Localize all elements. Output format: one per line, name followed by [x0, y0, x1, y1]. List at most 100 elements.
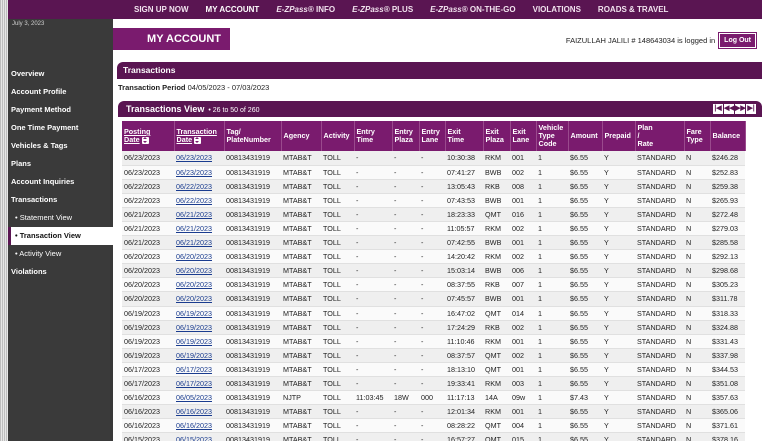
- transaction-date-link[interactable]: 06/19/2023: [174, 348, 224, 363]
- col-header-posting-date[interactable]: Posting Date: [122, 121, 175, 151]
- nav-item-sign-up-now[interactable]: SIGN UP NOW: [134, 5, 189, 14]
- col-header-transaction-date[interactable]: Transaction Date: [174, 121, 225, 151]
- nav-item-roads-travel[interactable]: ROADS & TRAVEL: [598, 5, 669, 14]
- transaction-date-link[interactable]: 06/05/2023: [174, 390, 224, 406]
- sidebar-item-vehicles-tags[interactable]: Vehicles & Tags: [8, 137, 113, 155]
- table-cell: 07:43:53: [445, 193, 483, 208]
- table-cell: MTAB&T: [281, 348, 321, 363]
- transaction-date-link[interactable]: 06/19/2023: [174, 320, 224, 335]
- table-cell: N: [684, 362, 710, 378]
- table-row: 06/20/2023 06/20/2023 00813431919 MTAB&T TOL…: [122, 277, 745, 293]
- table-cell: Y: [602, 291, 635, 307]
- table-row: 06/16/2023 06/16/2023 00813431919 MTAB&T TOL…: [122, 404, 745, 420]
- table-cell: QMT: [483, 362, 510, 378]
- sidebar-item-one-time-payment[interactable]: One Time Payment: [8, 119, 113, 137]
- table-cell: NJTP: [281, 390, 321, 406]
- col-header-entry-time: Entry Time: [354, 121, 393, 151]
- sidebar-item-account-profile[interactable]: Account Profile: [8, 83, 113, 101]
- nav-item-violations[interactable]: VIOLATIONS: [533, 5, 581, 14]
- table-cell: 00813431919: [224, 362, 281, 378]
- table-cell: RKM: [483, 151, 510, 166]
- table-header-row: Posting Date Transaction Date Tag/PlateNumbe…: [122, 121, 746, 151]
- table-cell: N: [684, 193, 710, 208]
- table-cell: $318.33: [710, 306, 745, 321]
- transaction-date-link[interactable]: 06/21/2023: [174, 235, 224, 251]
- sidebar-item-transaction-view[interactable]: • Transaction View: [8, 227, 113, 245]
- col-header-tag-platenumber: Tag/PlateNumber: [224, 121, 282, 151]
- transaction-date-link[interactable]: 06/20/2023: [174, 263, 224, 279]
- table-cell: 00813431919: [224, 334, 281, 349]
- table-cell: BWB: [483, 193, 510, 208]
- table-cell: STANDARD: [635, 320, 684, 335]
- transaction-date-link[interactable]: 06/21/2023: [174, 207, 224, 222]
- first-page-button[interactable]: |◀: [713, 104, 723, 114]
- nav-item-my-account[interactable]: MY ACCOUNT: [206, 5, 260, 14]
- transaction-date-link[interactable]: 06/22/2023: [174, 193, 224, 208]
- nav-item-e-zpass-info[interactable]: E-ZPass® INFO: [276, 5, 335, 14]
- table-cell: $265.93: [710, 193, 745, 208]
- table-cell: -: [419, 151, 445, 166]
- sidebar-item-payment-method[interactable]: Payment Method: [8, 101, 113, 119]
- table-cell: 00813431919: [224, 151, 281, 166]
- transaction-date-link[interactable]: 06/19/2023: [174, 334, 224, 349]
- table-cell: 1: [536, 376, 568, 392]
- table-cell: BWB: [483, 263, 510, 279]
- logout-button[interactable]: Log Out: [718, 32, 757, 49]
- transaction-date-link[interactable]: 06/16/2023: [174, 418, 224, 434]
- sidebar-item-statement-view[interactable]: • Statement View: [8, 209, 113, 227]
- transaction-date-link[interactable]: 06/16/2023: [174, 404, 224, 420]
- col-header-activity: Activity: [321, 121, 355, 151]
- transaction-date-link[interactable]: 06/23/2023: [174, 151, 224, 166]
- table-cell: -: [419, 291, 445, 307]
- table-row: 06/23/2023 06/23/2023 00813431919 MTAB&T TOL…: [122, 165, 745, 180]
- transaction-date-link[interactable]: 06/20/2023: [174, 291, 224, 307]
- table-cell: 1: [536, 320, 568, 335]
- sidebar-item-transactions[interactable]: Transactions: [8, 191, 113, 209]
- transaction-date-link[interactable]: 06/23/2023: [174, 165, 224, 180]
- next-page-button[interactable]: ▶▶: [735, 104, 746, 114]
- table-cell: 002: [510, 320, 536, 335]
- sort-icon[interactable]: [194, 136, 202, 144]
- table-cell: -: [354, 306, 392, 321]
- table-cell: 00813431919: [224, 418, 281, 434]
- transaction-date-link[interactable]: 06/20/2023: [174, 249, 224, 265]
- sidebar-item-overview[interactable]: Overview: [8, 65, 113, 83]
- table-cell: 007: [510, 277, 536, 293]
- last-page-button[interactable]: ▶|: [746, 104, 756, 114]
- sort-icon[interactable]: [141, 136, 149, 144]
- transaction-date-link[interactable]: 06/15/2023: [174, 432, 224, 441]
- table-cell: $371.61: [710, 418, 745, 434]
- table-cell: STANDARD: [635, 179, 684, 194]
- table-cell: -: [392, 362, 419, 378]
- table-cell: QMT: [483, 207, 510, 222]
- table-cell: MTAB&T: [281, 404, 321, 420]
- transaction-date-link[interactable]: 06/21/2023: [174, 221, 224, 237]
- sidebar-item-activity-view[interactable]: • Activity View: [8, 245, 113, 263]
- table-cell: MTAB&T: [281, 165, 321, 180]
- table-cell: -: [392, 418, 419, 434]
- sidebar-item-plans[interactable]: Plans: [8, 155, 113, 173]
- nav-item-e-zpass-plus[interactable]: E-ZPass® PLUS: [352, 5, 413, 14]
- table-cell: STANDARD: [635, 376, 684, 392]
- table-cell: 06/21/2023: [122, 221, 174, 237]
- transaction-date-link[interactable]: 06/20/2023: [174, 277, 224, 293]
- table-cell: 00813431919: [224, 390, 281, 406]
- table-cell: TOLL: [321, 249, 354, 265]
- prev-page-button[interactable]: ◀◀: [724, 104, 735, 114]
- table-row: 06/17/2023 06/17/2023 00813431919 MTAB&T TOL…: [122, 376, 745, 392]
- sidebar-item-violations[interactable]: Violations: [8, 263, 113, 281]
- result-range: • 26 to 50 of 260: [208, 107, 260, 114]
- table-cell: 06/22/2023: [122, 193, 174, 208]
- table-cell: RKB: [483, 277, 510, 293]
- table-cell: $279.03: [710, 221, 745, 237]
- transaction-date-link[interactable]: 06/17/2023: [174, 376, 224, 392]
- table-cell: 06/15/2023: [122, 432, 174, 441]
- sidebar-item-account-inquiries[interactable]: Account Inquiries: [8, 173, 113, 191]
- nav-item-e-zpass-on-the-go[interactable]: E-ZPass® ON-THE-GO: [430, 5, 515, 14]
- table-cell: MTAB&T: [281, 362, 321, 378]
- table-cell: 06/16/2023: [122, 404, 174, 420]
- transaction-date-link[interactable]: 06/17/2023: [174, 362, 224, 378]
- table-cell: -: [354, 277, 392, 293]
- transaction-date-link[interactable]: 06/19/2023: [174, 306, 224, 321]
- transaction-date-link[interactable]: 06/22/2023: [174, 179, 224, 194]
